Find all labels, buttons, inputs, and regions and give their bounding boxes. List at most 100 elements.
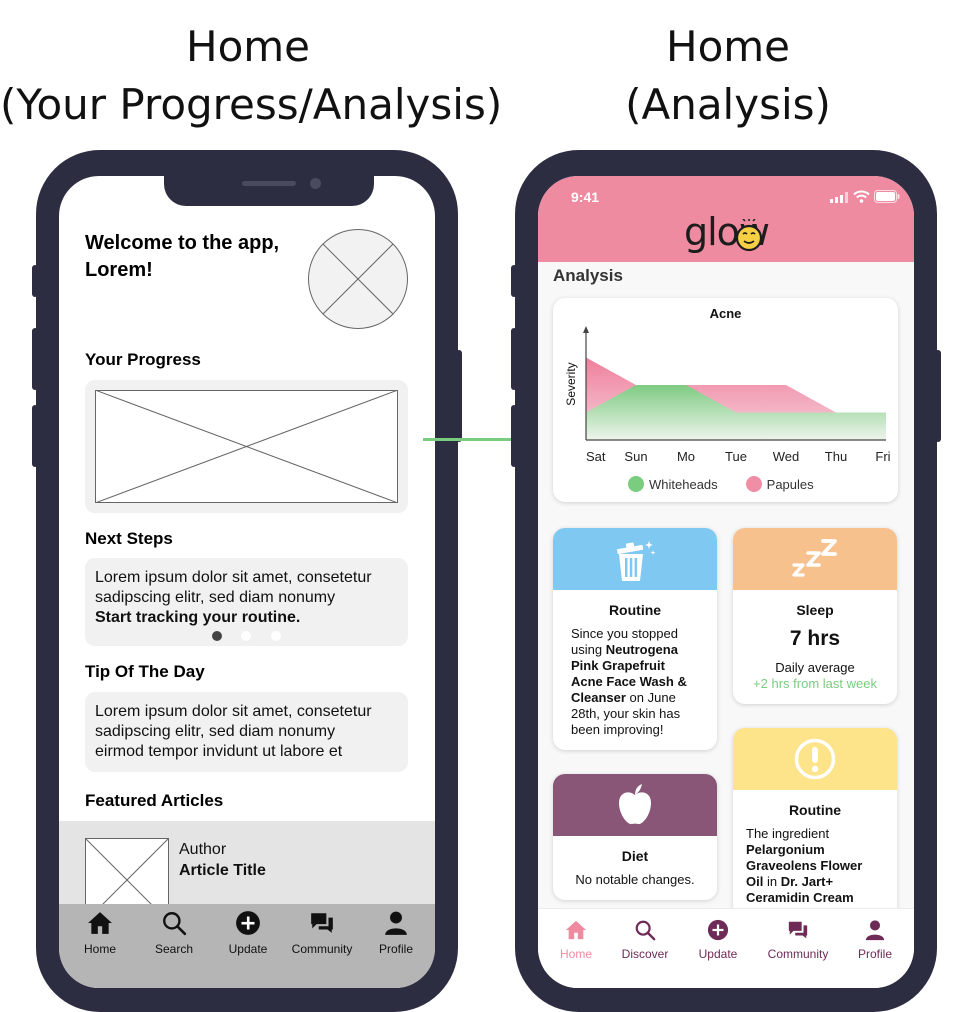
wf-tab-search[interactable]: Search — [137, 910, 211, 956]
carousel-dot[interactable] — [241, 631, 251, 641]
person-icon — [385, 911, 407, 935]
legend-swatch-whiteheads — [628, 476, 644, 492]
wf-tab-label: Update — [228, 942, 268, 956]
routine-text-line: using Neutrogena — [571, 642, 687, 658]
article-author: Author — [179, 841, 227, 858]
home-icon — [565, 920, 587, 940]
wireframe-screen: Welcome to the app, Lorem! Your Progress… — [59, 176, 435, 988]
tip-heading: Tip Of The Day — [85, 662, 205, 681]
diet-card-band — [553, 774, 717, 836]
app-header: 9:41 glow — [538, 176, 914, 262]
tip-card: Lorem ipsum dolor sit amet, consetetur s… — [85, 692, 408, 772]
routine-text-line: Cleanser on June — [571, 690, 687, 706]
routine-ingredient-card[interactable]: Routine The ingredient Pelargonium Grave… — [733, 728, 897, 918]
ingredient-name: Pelargonium — [746, 842, 825, 857]
legend-label-papules: Papules — [766, 476, 814, 492]
product-name: Cleanser — [571, 690, 626, 705]
plus-circle-icon — [707, 919, 729, 941]
welcome-line1: Welcome to the app, — [85, 232, 280, 254]
x-tick-label: Thu — [825, 449, 847, 464]
carousel-dot-active[interactable] — [212, 631, 222, 641]
tip-line2: sadipscing elitr, sed diam nonumy — [95, 723, 336, 740]
search-icon — [635, 920, 656, 941]
product-name: Neutrogena — [605, 642, 678, 657]
acne-chart-card[interactable]: Acne Severity Sat Sun Mo Tue Wed Thu Fri… — [553, 298, 898, 502]
diet-card[interactable]: Diet No notable changes. — [553, 774, 717, 900]
wireframe-tab-bar: Home Search Update Community Profile — [59, 904, 435, 988]
carousel-dot[interactable] — [271, 631, 281, 641]
bottom-navigation: Home Discover Update Community Profile — [538, 908, 914, 988]
progress-heading: Your Progress — [85, 350, 201, 369]
chat-icon — [311, 913, 333, 933]
routine-text-line: The ingredient — [746, 826, 830, 841]
glow-screen: 9:41 glow Analysis Acne Severity Sat Sun… — [538, 176, 914, 988]
next-steps-line1: Lorem ipsum dolor sit amet, consetetur — [95, 569, 372, 586]
volume-up-button — [511, 328, 517, 390]
routine-card[interactable]: Routine Since you stopped using Neutroge… — [553, 528, 717, 750]
nav-tab-update[interactable]: Update — [678, 919, 758, 961]
nav-tab-community[interactable]: Community — [758, 919, 838, 961]
wf-tab-label: Profile — [378, 942, 413, 956]
x-tick-label: Mo — [677, 449, 695, 464]
wf-tab-update[interactable]: Update — [211, 910, 285, 956]
routine-text-span: on June — [625, 690, 676, 705]
avatar-placeholder[interactable] — [307, 228, 409, 330]
plus-circle-icon — [236, 911, 260, 935]
wf-tab-home[interactable]: Home — [63, 910, 137, 956]
routine-card-band — [553, 528, 717, 590]
nav-tab-profile[interactable]: Profile — [835, 919, 914, 961]
volume-down-button — [511, 405, 517, 467]
progress-image-placeholder — [95, 390, 398, 503]
sleep-card[interactable]: Sleep 7 hrs Daily average +2 hrs from la… — [733, 528, 897, 704]
analysis-content: Analysis Acne Severity Sat Sun Mo Tue We… — [538, 262, 914, 918]
featured-heading: Featured Articles — [85, 791, 224, 810]
wf-tab-profile[interactable]: Profile — [359, 910, 433, 956]
right-title-line1: Home — [665, 22, 791, 71]
routine-text-line: 28th, your skin has — [571, 706, 681, 721]
nav-tab-discover[interactable]: Discover — [605, 919, 685, 961]
wf-tab-community[interactable]: Community — [285, 910, 359, 956]
diet-text: No notable changes. — [575, 872, 695, 887]
next-steps-line2: sadipscing elitr, sed diam nonumy — [95, 589, 336, 606]
sleep-zzz-icon — [792, 539, 837, 577]
x-tick-label: Wed — [773, 449, 800, 464]
signal-icon — [830, 192, 848, 203]
routine-text-span: in — [763, 874, 781, 889]
diet-card-title: Diet — [621, 848, 649, 864]
nav-tab-label: Profile — [857, 947, 892, 961]
wifi-icon — [853, 190, 870, 203]
routine-text-line: Since you stopped — [571, 626, 678, 641]
sleep-subtitle: Daily average — [775, 660, 855, 675]
x-tick-label: Sat — [586, 449, 606, 464]
logo-sun-face-icon — [735, 219, 763, 252]
routine-card-title: Routine — [608, 602, 662, 618]
next-steps-heading: Next Steps — [85, 529, 173, 548]
article-item[interactable]: Author Article Title — [59, 821, 435, 922]
search-icon — [163, 912, 187, 936]
nav-tab-label: Discover — [621, 947, 669, 961]
mute-switch — [32, 265, 38, 297]
volume-up-button — [32, 328, 38, 390]
power-button — [456, 350, 462, 442]
home-icon — [88, 912, 112, 934]
left-title-line1: Home — [185, 22, 311, 71]
legend-label-whiteheads: Whiteheads — [649, 476, 718, 492]
x-tick-label: Fri — [875, 449, 890, 464]
mute-switch — [511, 265, 517, 297]
right-title-line2: (Analysis) — [625, 80, 831, 129]
product-name: Dr. Jart+ — [780, 874, 834, 889]
routine-ingredient-title: Routine — [788, 802, 842, 818]
sleep-delta: +2 hrs from last week — [753, 676, 877, 691]
start-tracking-link[interactable]: Start tracking your routine. — [95, 608, 372, 628]
nav-tab-label: Community — [767, 947, 829, 961]
analysis-heading: Analysis — [553, 266, 623, 285]
left-title-line2: (Your Progress/Analysis) — [0, 80, 503, 129]
notch — [164, 176, 374, 206]
product-name: Ceramidin Cream — [746, 890, 854, 905]
nav-tab-label: Update — [698, 947, 738, 961]
routine-card-text: Since you stopped using Neutrogena Pink … — [571, 626, 687, 738]
progress-card[interactable] — [85, 380, 408, 513]
welcome-heading: Welcome to the app, Lorem! — [85, 230, 279, 284]
product-name: Acne Face Wash & — [571, 674, 687, 689]
product-name: Pink Grapefruit — [571, 658, 665, 673]
